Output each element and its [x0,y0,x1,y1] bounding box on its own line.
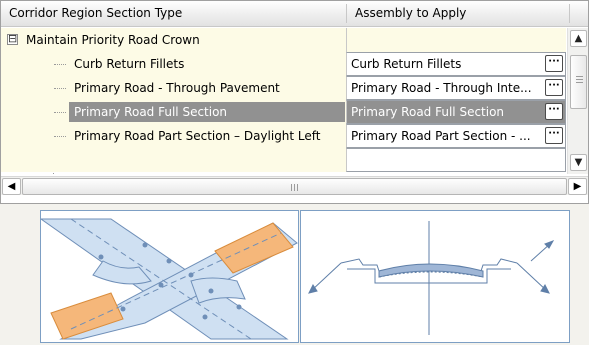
region-type-label: Primary Road Full Section [69,102,345,122]
cross-section-icon [308,221,555,335]
assembly-value: Primary Road - Through Inte... [351,81,532,95]
assembly-cell[interactable]: Primary Road - Through Inte... ··· [346,76,566,100]
browse-assembly-button[interactable]: ··· [545,127,563,144]
column-divider[interactable] [569,4,570,23]
region-cell: Primary Road Full Section [1,100,346,124]
assembly-cell[interactable] [346,148,566,172]
intersection-plan-icon [41,218,298,340]
region-type-label: Curb Return Fillets [74,57,185,71]
region-type-label: Primary Road Part Section – Daylight Lef… [74,129,321,143]
tree-branch-line [54,112,66,113]
horizontal-scrollbar[interactable]: ◀ ▶ [1,176,588,195]
group-label: Maintain Priority Road Crown [26,33,200,47]
assembly-value: Primary Road Full Section [351,105,505,119]
table-row[interactable]: Primary Road - Through Pavement Primary … [1,76,566,100]
grid-header: Corridor Region Section Type Assembly to… [1,1,588,27]
assembly-value: Curb Return Fillets [351,57,462,71]
scroll-up-button[interactable]: ▲ [570,30,587,47]
region-cell [1,148,346,172]
grid-rows: ⊟ Maintain Priority Road Crown Curb Retu… [1,28,566,174]
table-row[interactable]: Primary Road Part Section – Daylight Lef… [1,124,566,148]
browse-assembly-button[interactable]: ··· [545,103,563,120]
assembly-cell[interactable]: Primary Road Full Section ··· [346,100,566,124]
browse-assembly-button[interactable]: ··· [545,55,563,72]
scroll-left-button[interactable]: ◀ [2,178,21,195]
tree-branch-line [54,88,66,89]
region-cell: Primary Road Part Section – Daylight Lef… [1,124,346,148]
tree-branch-line [54,136,66,137]
horizontal-scroll-thumb[interactable] [22,178,567,195]
region-type-label: Primary Road - Through Pavement [74,81,280,95]
vertical-scrollbar[interactable]: ▲ ▼ [567,28,588,174]
cross-section-icon [300,210,570,343]
grip-icon [291,184,300,191]
tree-branch-line [54,64,66,65]
column-header-region-type[interactable]: Corridor Region Section Type [1,1,346,26]
grip-icon [576,76,583,84]
scroll-down-button[interactable]: ▼ [570,154,587,171]
intersection-plan-icon [40,210,299,343]
column-header-assembly[interactable]: Assembly to Apply [347,1,562,26]
table-row[interactable]: Curb Return Fillets Curb Return Fillets … [1,52,566,76]
collapse-icon[interactable]: ⊟ [7,33,18,45]
group-cell: ⊟ Maintain Priority Road Crown [1,28,346,52]
region-cell: Primary Road - Through Pavement [1,76,346,100]
region-cell: Curb Return Fillets [1,52,346,76]
table-row-selected[interactable]: Primary Road Full Section Primary Road F… [1,100,566,124]
assembly-value: Primary Road Part Section - ... [351,129,531,143]
scroll-right-button[interactable]: ▶ [568,178,587,195]
table-row[interactable] [1,148,566,172]
group-row[interactable]: ⊟ Maintain Priority Road Crown [1,28,566,52]
corridor-region-grid: Corridor Region Section Type Assembly to… [0,0,589,204]
vertical-scroll-thumb[interactable] [570,55,587,109]
group-assembly-cell [346,28,566,52]
assembly-cell[interactable]: Curb Return Fillets ··· [346,52,566,76]
assembly-cell[interactable]: Primary Road Part Section - ... ··· [346,124,566,148]
browse-assembly-button[interactable]: ··· [545,79,563,96]
